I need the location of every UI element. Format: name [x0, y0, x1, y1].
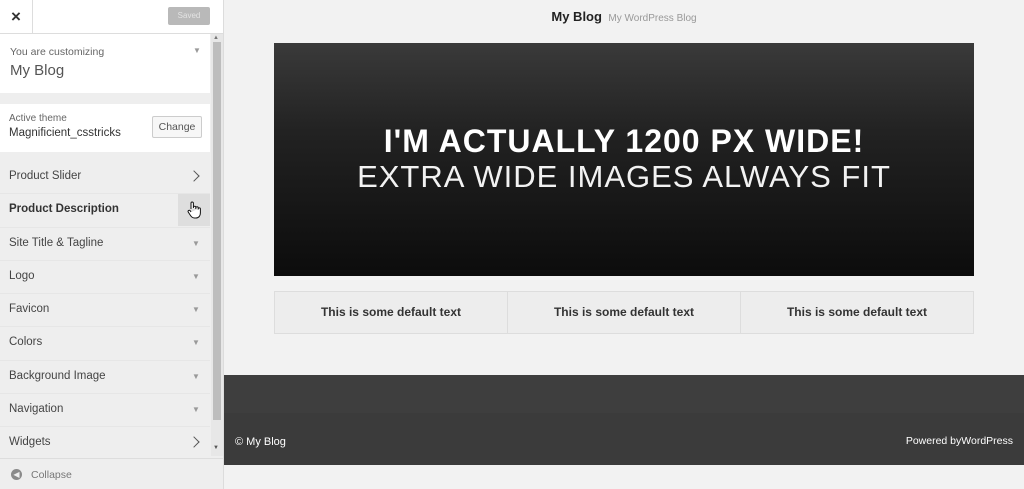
section-background-image[interactable]: Background Image ▼	[0, 360, 210, 395]
theme-name: Magnificient_csstricks	[9, 127, 121, 139]
triangle-down-icon: ▼	[192, 405, 200, 415]
sidebar-header: × Saved	[0, 0, 223, 34]
default-text-boxes: This is some default text This is some d…	[274, 291, 974, 334]
site-header: My Blog My WordPress Blog	[224, 8, 1024, 26]
section-label: Colors	[9, 336, 43, 349]
customizing-info[interactable]: You are customizing My Blog ▼	[0, 34, 210, 93]
collapse-label: Collapse	[31, 469, 72, 481]
hand-cursor-icon	[187, 201, 201, 219]
triangle-down-icon: ▼	[192, 305, 200, 315]
section-navigation[interactable]: Navigation ▼	[0, 394, 210, 428]
active-theme-label: Active theme	[9, 113, 67, 124]
default-text-box: This is some default text	[274, 291, 508, 334]
footer-copyright: © My Blog	[235, 436, 286, 448]
hero-banner: I'M ACTUALLY 1200 PX WIDE! EXTRA WIDE IM…	[274, 43, 974, 276]
triangle-down-icon: ▼	[192, 238, 200, 248]
change-theme-button[interactable]: Change	[152, 116, 202, 138]
close-icon[interactable]: ×	[0, 0, 33, 33]
section-favicon[interactable]: Favicon ▼	[0, 294, 210, 328]
collapse-button[interactable]: ◀ Collapse	[0, 458, 223, 489]
section-logo[interactable]: Logo ▼	[0, 260, 210, 295]
site-name: My Blog	[10, 62, 65, 79]
chevron-right-icon	[188, 170, 200, 182]
section-site-title-tagline[interactable]: Site Title & Tagline ▼	[0, 227, 210, 261]
footer-widget-area	[224, 375, 1024, 413]
section-label: Widgets	[9, 436, 51, 449]
site-title[interactable]: My Blog	[551, 9, 602, 24]
section-label: Product Slider	[9, 170, 82, 182]
section-label: Navigation	[9, 403, 64, 416]
section-widgets[interactable]: Widgets	[0, 427, 210, 461]
saved-button[interactable]: Saved	[168, 7, 210, 25]
customizer-sidebar: × Saved You are customizing My Blog ▼ Ac…	[0, 0, 224, 489]
customizer-sections: Product Slider Product Description Site …	[0, 161, 210, 461]
customizing-label: You are customizing	[10, 46, 105, 58]
scroll-down-icon[interactable]: ▼	[213, 445, 219, 451]
scroll-up-icon[interactable]: ▲	[213, 35, 219, 41]
scrollbar-thumb[interactable]	[213, 42, 221, 420]
triangle-down-icon: ▼	[192, 338, 200, 348]
section-label: Product Description	[9, 203, 119, 216]
active-theme-panel: Active theme Magnificient_csstricks Chan…	[0, 104, 210, 152]
triangle-down-icon[interactable]: ▼	[193, 46, 201, 55]
triangle-down-icon: ▼	[192, 371, 200, 381]
footer-powered-by[interactable]: Powered byWordPress	[906, 435, 1013, 447]
section-colors[interactable]: Colors ▼	[0, 327, 210, 361]
section-label: Site Title & Tagline	[9, 236, 104, 249]
hero-subheading: EXTRA WIDE IMAGES ALWAYS FIT	[357, 159, 891, 194]
section-label: Logo	[9, 269, 35, 282]
section-label: Favicon	[9, 303, 50, 316]
site-footer: © My Blog Powered byWordPress	[224, 375, 1024, 465]
section-product-description[interactable]: Product Description	[0, 194, 210, 228]
section-label: Background Image	[9, 369, 106, 382]
section-product-slider[interactable]: Product Slider	[0, 161, 210, 195]
chevron-right-icon	[188, 436, 200, 449]
site-preview: My Blog My WordPress Blog I'M ACTUALLY 1…	[224, 0, 1024, 489]
triangle-down-icon: ▼	[192, 271, 200, 281]
collapse-icon: ◀	[11, 469, 22, 480]
site-tagline: My WordPress Blog	[608, 13, 697, 24]
default-text-box: This is some default text	[741, 291, 974, 334]
hero-heading: I'M ACTUALLY 1200 PX WIDE!	[383, 123, 865, 159]
default-text-box: This is some default text	[508, 291, 741, 334]
